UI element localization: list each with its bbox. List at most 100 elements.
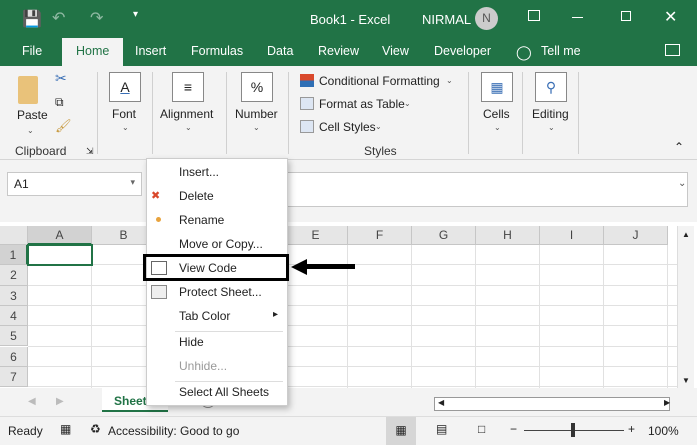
tab-view[interactable]: View [382,44,409,58]
window-title: Book1 - Excel [310,12,391,27]
menu-item-move-or-copy[interactable]: Move or Copy... [179,237,263,251]
zoom-slider-thumb[interactable] [571,423,575,437]
tab-review[interactable]: Review [318,44,359,58]
accessibility-icon: ♻ [90,422,101,436]
menu-item-hide[interactable]: Hide [179,335,204,349]
styles-label: Styles [364,144,397,158]
comments-icon[interactable] [665,44,680,56]
menu-item-rename[interactable]: Rename [179,213,224,227]
number-icon[interactable]: % [241,72,273,102]
conditional-formatting-button[interactable]: Conditional Formatting [319,74,440,88]
column-header-H[interactable]: H [476,226,540,245]
page-break-icon[interactable]: □ [478,422,485,436]
conditional-formatting-icon [300,74,314,87]
undo-icon[interactable]: ↶ [52,8,65,28]
cell-styles-button[interactable]: Cell Styles [319,120,376,134]
ribbon: Paste ⌄ ✂ ⧉ 🖌 Clipboard ⇲ A Font ⌄ ≡ Ali… [0,66,697,160]
protect-sheet-icon [151,285,167,299]
row-header-7[interactable]: 7 [0,366,28,388]
row-header-6[interactable]: 6 [0,346,28,367]
column-header-J[interactable]: J [604,226,668,245]
alignment-button[interactable]: Alignment [160,107,213,121]
annotation-arrowhead [291,259,307,275]
annotation-arrow [305,264,355,269]
column-header-I[interactable]: I [540,226,604,245]
menu-item-tab-color[interactable]: Tab Color [179,309,230,323]
redo-icon[interactable]: ↷ [90,8,103,28]
macro-record-icon[interactable]: ▦ [60,422,71,436]
editing-button[interactable]: Editing [532,107,569,121]
user-name: NIRMAL [422,12,472,27]
prev-sheet-icon[interactable]: ◀ [28,396,36,407]
maximize-icon[interactable] [621,11,631,21]
page-layout-icon[interactable]: ▤ [436,422,447,436]
font-icon[interactable]: A [109,72,141,102]
collapse-ribbon-icon[interactable]: ⌃ [674,140,684,154]
submenu-arrow-icon: ▸ [273,309,279,320]
horizontal-scrollbar[interactable] [434,397,670,411]
lightbulb-icon: ◯ [516,44,532,60]
format-painter-icon[interactable]: 🖌 [55,118,72,134]
tab-developer[interactable]: Developer [434,44,491,58]
row-header-4[interactable]: 4 [0,305,28,327]
menu-item-select-all-sheets[interactable]: Select All Sheets [179,385,269,399]
cut-icon[interactable]: ✂ [55,70,67,87]
avatar[interactable]: N [475,7,498,30]
accessibility-status[interactable]: Accessibility: Good to go [108,424,239,438]
menu-item-insert[interactable]: Insert... [179,165,219,179]
paste-icon[interactable] [18,76,38,104]
expand-formula-bar-icon[interactable]: ⌄ [678,178,686,189]
cells-icon[interactable]: ▦ [481,72,513,102]
find-icon[interactable]: ⚲ [535,72,567,102]
save-icon[interactable]: 💾 [22,9,42,29]
format-as-table-button[interactable]: Format as Table [319,97,405,111]
font-button[interactable]: Font [112,107,136,121]
tab-data[interactable]: Data [267,44,293,58]
zoom-out-icon[interactable]: − [510,422,517,436]
cells-button[interactable]: Cells [483,107,510,121]
tab-formulas[interactable]: Formulas [191,44,243,58]
ribbon-display-icon[interactable] [528,10,540,21]
dialog-launcher-icon[interactable]: ⇲ [86,146,94,157]
row-header-5[interactable]: 5 [0,326,28,347]
vertical-scrollbar[interactable]: ▲ ▼ [677,226,694,388]
select-all-corner[interactable] [0,226,28,245]
column-header-G[interactable]: G [412,226,476,245]
alignment-icon[interactable]: ≡ [172,72,204,102]
tell-me[interactable]: Tell me [541,44,581,58]
title-bar: 💾 ↶ ↷ ▾ Book1 - Excel NIRMAL N ✕ [0,0,697,36]
name-box[interactable]: A1 ▾ [7,172,142,196]
menu-item-delete[interactable]: Delete [179,189,214,203]
status-bar: Ready ▦ ♻ Accessibility: Good to go ▦ ▤ … [0,416,697,445]
column-header-F[interactable]: F [348,226,412,245]
rename-dot-icon [156,217,161,222]
tab-file[interactable]: File [22,44,42,58]
zoom-level[interactable]: 100% [648,424,679,438]
name-box-value: A1 [14,177,29,191]
close-icon[interactable]: ✕ [664,7,677,27]
menu-item-unhide: Unhide... [179,359,228,373]
highlight-box [143,254,289,281]
context-menu: Insert... Delete ✖ Rename Move or Copy... Vie… [146,158,288,406]
tab-home[interactable]: Home [62,38,124,66]
number-button[interactable]: Number [235,107,278,121]
tab-insert[interactable]: Insert [135,44,166,58]
active-cell-A1[interactable] [27,244,93,266]
zoom-in-icon[interactable]: + [628,422,635,436]
column-header-E[interactable]: E [284,226,348,245]
sheet-tab-bar: ◀ ▶ Sheet1 + ◀ ▶ [0,388,697,416]
next-sheet-icon[interactable]: ▶ [56,396,64,407]
minimize-icon[interactable] [572,17,583,18]
status-ready: Ready [8,424,43,438]
row-header-1[interactable]: 1 [0,245,28,266]
column-header-A[interactable]: A [28,226,92,245]
paste-button[interactable]: Paste [17,108,48,122]
menu-item-protect-sheet[interactable]: Protect Sheet... [179,285,262,299]
row-header-3[interactable]: 3 [0,285,28,306]
cell-styles-icon [300,120,314,133]
copy-icon[interactable]: ⧉ [55,95,64,110]
row-header-2[interactable]: 2 [0,265,28,286]
worksheet-grid[interactable]: ABCDEFGHIJ1234567 [0,226,677,388]
customize-qat-icon[interactable]: ▾ [133,9,138,20]
normal-view-icon[interactable]: ▦ [386,417,416,445]
